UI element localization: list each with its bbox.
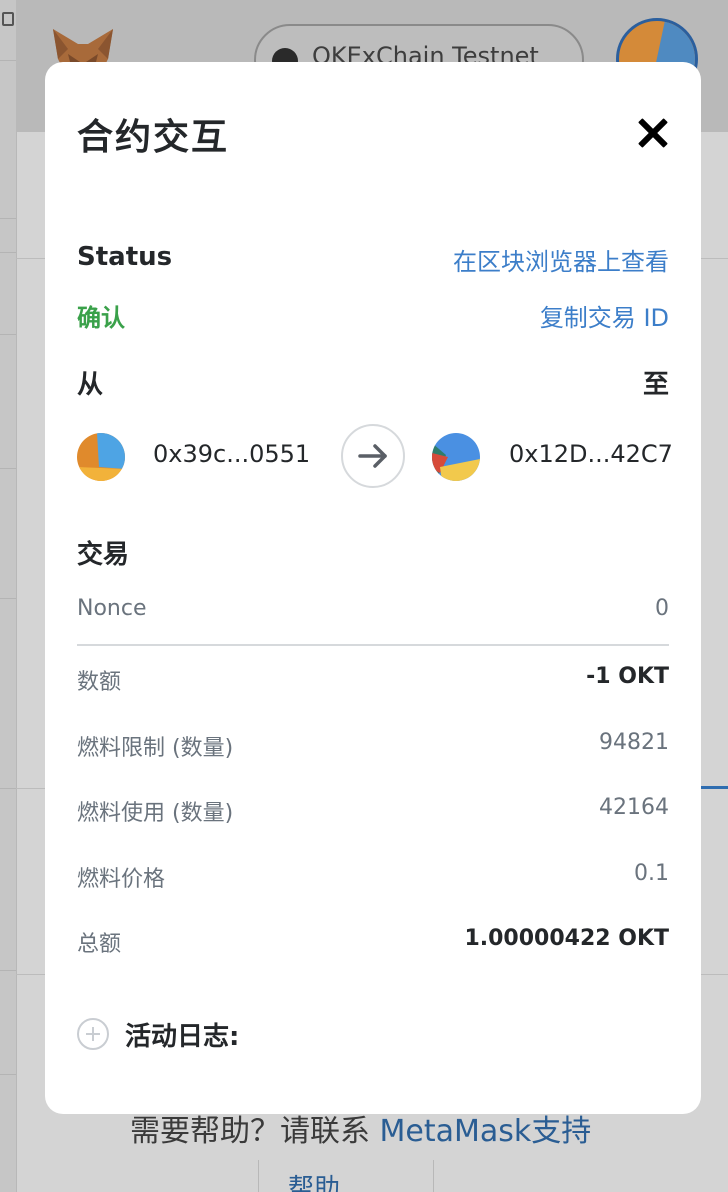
row-value: 42164 xyxy=(599,795,669,820)
arrow-right-icon xyxy=(341,424,405,488)
status-value: 确认 xyxy=(77,304,125,332)
row-gas-limit: 燃料限制 (数量) 94821 xyxy=(77,724,669,764)
row-value: 0.1 xyxy=(634,861,669,886)
tab-icon xyxy=(2,12,14,26)
row-value: -1 OKT xyxy=(586,664,669,689)
activity-log-label[interactable]: 活动日志: xyxy=(125,1016,239,1053)
close-icon[interactable] xyxy=(637,117,669,149)
view-on-explorer-link[interactable]: 在区块浏览器上查看 xyxy=(453,242,669,277)
row-value: 94821 xyxy=(599,730,669,755)
to-label: 至 xyxy=(642,370,669,400)
row-gas-price: 燃料价格 0.1 xyxy=(77,855,669,895)
row-amount: 数额 -1 OKT xyxy=(77,658,669,698)
row-label: 总额 xyxy=(77,932,122,957)
copy-transaction-id-link[interactable]: 复制交易 ID xyxy=(540,298,669,333)
row-value: 1.00000422 OKT xyxy=(464,926,669,951)
transaction-details-modal: 合约交互 Status 在区块浏览器上查看 确认 复制交易 ID 从 至 0x3… xyxy=(45,62,701,1114)
plus-circle-icon[interactable] xyxy=(77,1018,109,1050)
browser-side-strip xyxy=(0,0,17,1192)
row-label: 数额 xyxy=(77,670,122,695)
row-label: 燃料限制 (数量) xyxy=(77,736,234,761)
row-label: Nonce xyxy=(77,596,147,621)
row-total: 总额 1.00000422 OKT xyxy=(77,920,669,960)
from-account-avatar xyxy=(77,433,125,481)
footer-link: 帮助 xyxy=(288,1174,341,1192)
from-address[interactable]: 0x39c...0551 xyxy=(153,440,310,468)
from-label: 从 xyxy=(77,370,104,400)
row-nonce: Nonce 0 xyxy=(77,590,669,630)
modal-title: 合约交互 xyxy=(77,117,230,158)
row-label: 燃料价格 xyxy=(77,867,166,892)
divider xyxy=(77,644,669,646)
help-text-prefix: 需要帮助？请联系 xyxy=(130,1114,380,1149)
footer-box xyxy=(258,1160,434,1192)
tab-indicator xyxy=(700,786,728,789)
status-label: Status xyxy=(77,242,173,272)
row-label: 燃料使用 (数量) xyxy=(77,801,234,826)
transaction-section-title: 交易 xyxy=(77,540,130,570)
support-link: MetaMask支持 xyxy=(379,1114,592,1149)
row-gas-used: 燃料使用 (数量) 42164 xyxy=(77,789,669,829)
row-value: 0 xyxy=(655,596,669,621)
to-account-avatar xyxy=(432,433,480,481)
to-address[interactable]: 0x12D...42C7 xyxy=(509,440,673,468)
